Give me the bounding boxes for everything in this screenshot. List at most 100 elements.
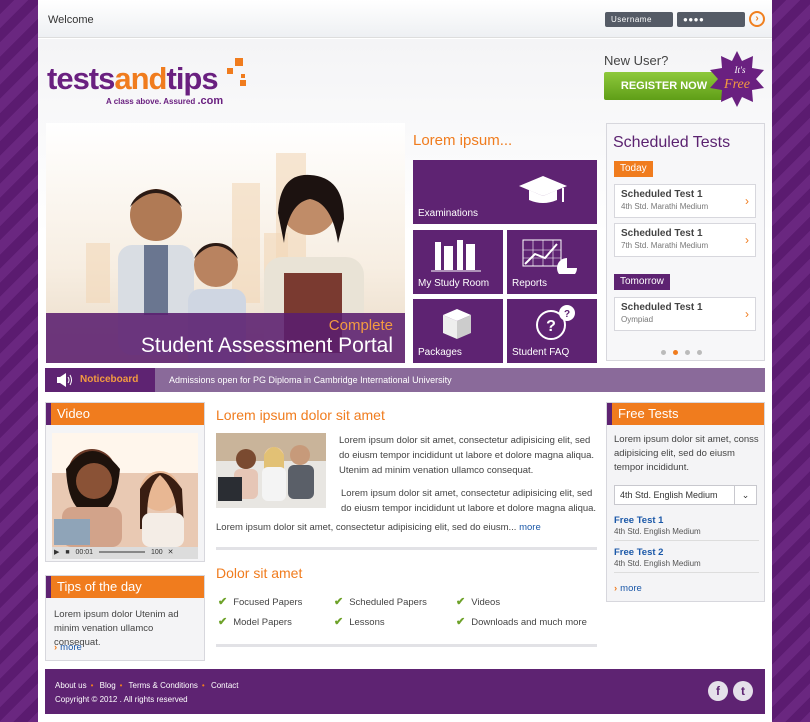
free-tests-text: Lorem ipsum dolor sit amet, conss adipis… [614, 434, 759, 473]
video-controls[interactable]: ▶ ■ 00:01 100 ✕ [52, 547, 198, 559]
divider [216, 547, 597, 550]
report-chart-icon [522, 239, 577, 274]
tips-more-link[interactable]: › more [54, 642, 82, 653]
video-seek-bar[interactable] [99, 551, 146, 554]
video-player[interactable] [52, 433, 198, 559]
chevron-right-icon: › [745, 307, 749, 321]
copyright: Copyright © 2012 . All rights reserved [55, 695, 188, 704]
features-title: Dolor sit amet [216, 565, 303, 581]
tile-packages[interactable]: Packages [413, 299, 503, 363]
pager-dot[interactable] [685, 350, 690, 355]
top-bar: Welcome Username ●●●● › [38, 0, 772, 38]
free-test-item[interactable]: Free Test 2 4th Std. English Medium [614, 547, 759, 573]
video-title: Video [46, 403, 204, 425]
scheduled-test-card[interactable]: Scheduled Test 1 4th Std. Marathi Medium… [614, 184, 756, 218]
page: Welcome Username ●●●● › testsandtips A c… [38, 0, 772, 722]
noticeboard: Noticeboard Admissions open for PG Diplo… [45, 368, 765, 392]
feature-item: ✔ Downloads and much more [456, 616, 587, 628]
video-time: 00:01 [75, 549, 94, 556]
notice-text[interactable]: Admissions open for PG Diploma in Cambri… [169, 375, 452, 385]
check-icon: ✔ [218, 596, 228, 608]
check-icon: ✔ [218, 616, 228, 628]
username-field[interactable]: Username [605, 12, 673, 27]
main-paragraph-3: Lorem ipsum dolor sit amet, consectetur … [216, 522, 541, 533]
carousel-pager[interactable] [661, 346, 709, 358]
classroom-photo [216, 433, 326, 508]
main-more-link[interactable]: more [519, 522, 541, 533]
noticeboard-label: Noticeboard [80, 374, 139, 385]
footer-links: About us • Blog • Terms & Conditions • Cont… [55, 681, 239, 690]
chevron-down-icon[interactable]: ⌄ [734, 486, 756, 504]
tile-label: My Study Room [418, 278, 490, 289]
feature-item: ✔ Model Papers [218, 616, 292, 628]
chevron-right-icon: › [745, 233, 749, 247]
tile-reports[interactable]: Reports [507, 230, 597, 294]
logo-tagline: A class above. Assured .com [106, 95, 224, 107]
footer-link-blog[interactable]: Blog [100, 681, 116, 690]
banner-line2: Student Assessment Portal [140, 334, 393, 357]
facebook-icon[interactable]: f [708, 681, 728, 701]
tile-examinations[interactable]: Examinations [413, 160, 597, 224]
video-panel: Video ▶ ■ 00:01 100 ✕ [45, 402, 205, 562]
main-paragraph-1: Lorem ipsum dolor sit amet, consectetur … [339, 435, 595, 476]
main-title: Lorem ipsum dolor sit amet [216, 407, 385, 423]
svg-text:It's: It's [734, 65, 746, 75]
feature-item: ✔ Lessons [334, 616, 385, 628]
free-tests-title: Free Tests [607, 403, 764, 425]
hero: testsandtips A class above. Assured .com… [38, 39, 772, 365]
check-icon: ✔ [456, 596, 466, 608]
grade-select[interactable]: 4th Std. English Medium ⌄ [614, 485, 757, 505]
tomorrow-tag: Tomorrow [614, 274, 670, 290]
twitter-icon[interactable]: t [733, 681, 753, 701]
new-user-label: New User? [604, 53, 669, 68]
password-field[interactable]: ●●●● [677, 12, 745, 27]
play-icon[interactable]: ▶ [54, 549, 59, 556]
svg-text:Free: Free [723, 77, 750, 92]
package-box-icon [443, 309, 471, 339]
scheduled-test-card[interactable]: Scheduled Test 1 Oympiad › [614, 297, 756, 331]
books-icon [431, 240, 481, 272]
tile-label: Reports [512, 278, 548, 289]
right-border [772, 0, 810, 722]
check-icon: ✔ [334, 616, 344, 628]
scheduled-test-card[interactable]: Scheduled Test 1 7th Std. Marathi Medium… [614, 223, 756, 257]
free-badge-icon: It's Free [710, 51, 764, 107]
left-border [0, 0, 38, 722]
free-tests-panel: Free Tests Lorem ipsum dolor sit amet, c… [606, 402, 765, 602]
banner-caption: Complete Student Assessment Portal [46, 313, 405, 363]
video-volume[interactable]: 100 [151, 549, 163, 556]
footer-link-about[interactable]: About us [55, 681, 87, 690]
login-arrow-icon[interactable]: › [749, 11, 765, 27]
stop-icon[interactable]: ■ [65, 549, 69, 556]
tiles-heading: Lorem ipsum... [413, 132, 513, 149]
feature-item: ✔ Focused Papers [218, 596, 303, 608]
megaphone-icon [57, 373, 72, 387]
register-button[interactable]: REGISTER NOW [604, 72, 724, 100]
footer-link-contact[interactable]: Contact [211, 681, 239, 690]
pager-dot[interactable] [661, 350, 666, 355]
divider [216, 644, 597, 647]
tile-label: Packages [418, 347, 462, 358]
tile-label: Examinations [418, 208, 479, 219]
tile-faq[interactable]: ? ? Student FAQ [507, 299, 597, 363]
feature-item: ✔ Scheduled Papers [334, 596, 427, 608]
svg-text:?: ? [564, 309, 570, 320]
main-paragraph-2: Lorem ipsum dolor sit amet, consectetur … [341, 488, 597, 514]
tips-title: Tips of the day [46, 576, 204, 598]
logo[interactable]: testsandtips A class above. Assured .com [47, 58, 246, 107]
scheduled-tests-panel: Scheduled Tests Today Scheduled Test 1 4… [606, 123, 765, 361]
scheduled-tests-title: Scheduled Tests [613, 134, 731, 151]
footer: About us • Blog • Terms & Conditions • Cont… [45, 669, 765, 714]
pager-dot-active[interactable] [673, 350, 678, 355]
footer-link-terms[interactable]: Terms & Conditions [129, 681, 198, 690]
free-tests-more-link[interactable]: › more [614, 583, 642, 594]
check-icon: ✔ [334, 596, 344, 608]
today-tag: Today [614, 161, 653, 177]
check-icon: ✔ [456, 616, 466, 628]
banner-line1: Complete [328, 317, 393, 334]
fullscreen-icon[interactable]: ✕ [168, 549, 174, 556]
question-bubble-icon: ? ? [536, 305, 575, 340]
pager-dot[interactable] [697, 350, 702, 355]
free-test-item[interactable]: Free Test 1 4th Std. English Medium [614, 515, 759, 541]
tile-study-room[interactable]: My Study Room [413, 230, 503, 294]
